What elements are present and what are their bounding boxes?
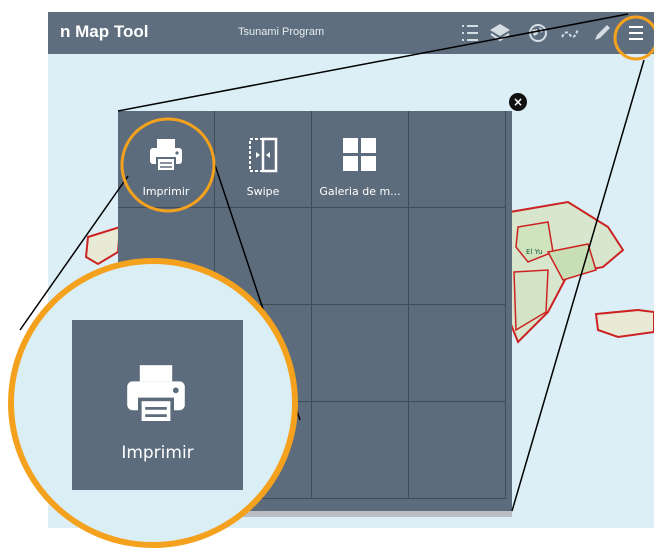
- tile-label-swipe: Swipe: [246, 185, 280, 198]
- panel-scrollbar[interactable]: [118, 511, 512, 517]
- basemap-icon[interactable]: [526, 21, 550, 45]
- legend-icon[interactable]: [458, 21, 482, 45]
- printer-icon: [127, 365, 185, 425]
- app-header: n Map Tool Tsunami Program: [48, 12, 654, 54]
- tile-swipe[interactable]: Swipe: [215, 111, 312, 208]
- tile-empty: [312, 305, 409, 402]
- tile-galeria[interactable]: Galeria de m...: [312, 111, 409, 208]
- zoom-imprimir-tile: Imprimir: [72, 320, 243, 490]
- menu-icon[interactable]: [624, 21, 648, 45]
- tile-label-imprimir: Imprimir: [142, 185, 190, 198]
- swipe-icon: [249, 137, 278, 173]
- layers-icon[interactable]: [488, 21, 512, 45]
- basemap-gallery-icon: [343, 138, 376, 171]
- map-land-puerto-rico: [594, 308, 654, 339]
- measure-icon[interactable]: [558, 21, 582, 45]
- tile-empty: [312, 208, 409, 305]
- close-panel-button[interactable]: ×: [509, 93, 527, 111]
- svg-text:El Yu: El Yu: [526, 248, 543, 256]
- tile-label-galeria: Galeria de m...: [319, 185, 401, 198]
- tile-empty: [118, 208, 215, 305]
- tile-empty: [409, 208, 506, 305]
- tile-empty: [409, 402, 506, 499]
- tile-empty: [312, 402, 409, 499]
- tile-empty: [215, 208, 312, 305]
- tile-empty: [409, 305, 506, 402]
- printer-icon: [150, 139, 182, 172]
- tile-imprimir[interactable]: Imprimir: [118, 111, 215, 208]
- tile-empty: [409, 111, 506, 208]
- app-title: n Map Tool: [60, 22, 149, 41]
- zoom-label: Imprimir: [121, 443, 194, 463]
- draw-icon[interactable]: [590, 21, 614, 45]
- app-subtitle: Tsunami Program: [238, 26, 325, 38]
